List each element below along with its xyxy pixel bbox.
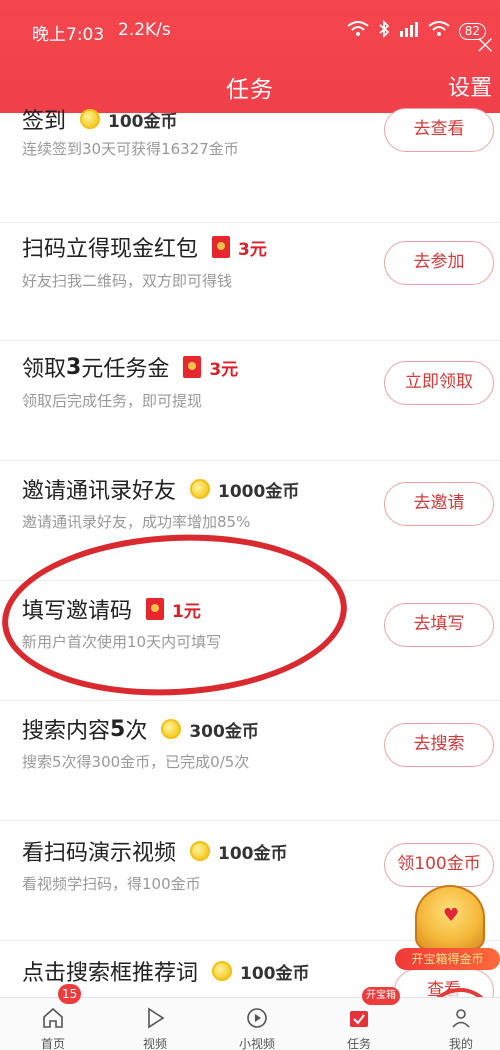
tab-home[interactable]: 15 首页	[18, 984, 88, 1050]
task-title: 签到 100金币	[22, 103, 178, 135]
tab-label: 首页	[40, 1037, 65, 1050]
task-title: 看扫码演示视频 100金币	[22, 835, 288, 867]
page-title: 任务	[226, 77, 274, 103]
status-bar: 晚上7:03 2.2K/s 82	[0, 0, 500, 60]
network-speed: 2.2K/s	[118, 20, 171, 40]
heart-icon: ♥	[443, 905, 460, 926]
status-icons: 82	[347, 19, 486, 42]
red-packet-icon	[212, 236, 231, 258]
coin-icon	[80, 109, 101, 129]
task-title: 点击搜索框推荐词 100金币	[22, 955, 310, 987]
wifi-icon-2	[428, 21, 450, 41]
coin-icon	[190, 479, 211, 499]
task-reward: 1000金币	[190, 477, 299, 502]
task-title: 搜索内容 5 次 300金币	[22, 716, 259, 745]
short-video-icon	[245, 1006, 269, 1030]
home-badge: 15	[58, 984, 82, 1004]
user-icon	[449, 1006, 473, 1030]
task-desc: 邀请通讯录好友，成功率增加85%	[22, 513, 251, 531]
task-button-claim[interactable]: 立即领取	[384, 361, 494, 405]
task-desc: 看视频学扫码，得100金币	[22, 875, 201, 893]
tab-video[interactable]: 视频	[120, 998, 190, 1050]
coin-icon	[161, 719, 182, 739]
task-item-checkin: 签到 100金币 连续签到30天可获得16327金币 去查看	[0, 101, 500, 223]
task-check-icon	[347, 1006, 371, 1030]
task-button-invite[interactable]: 去邀请	[384, 482, 494, 526]
tab-tasks[interactable]: 开宝箱 任务	[324, 987, 400, 1050]
status-time: 晚上7:03	[32, 25, 105, 45]
bluetooth-icon	[378, 19, 390, 42]
signal-icon	[399, 21, 419, 41]
bottom-tab-bar: 15 首页 视频 小视频 开宝箱 任务 我的	[0, 984, 500, 1050]
play-icon	[143, 1006, 167, 1030]
tab-label: 我的	[448, 1037, 473, 1050]
red-packet-icon	[183, 356, 202, 378]
coin-icon	[212, 961, 233, 981]
task-reward: 300金币	[161, 717, 259, 742]
task-desc: 搜索5次得300金币，已完成0/5次	[22, 753, 250, 771]
task-desc: 领取后完成任务，即可提现	[22, 392, 203, 410]
task-reward: 3元	[183, 355, 238, 380]
task-desc: 好友扫我二维码，双方即可得钱	[22, 272, 233, 290]
task-reward: 100金币	[190, 839, 288, 864]
wifi-icon	[347, 21, 369, 41]
tasks-badge: 开宝箱	[362, 987, 400, 1005]
task-title: 扫码立得现金红包 3元	[22, 231, 267, 263]
task-item-scan-redpack: 扫码立得现金红包 3元 好友扫我二维码，双方即可得钱 去参加	[0, 223, 500, 341]
app-header: 晚上7:03 2.2K/s 82 × 任务 设置	[0, 0, 500, 113]
tab-profile[interactable]: 我的	[426, 998, 496, 1050]
task-desc: 连续签到30天可获得16327金币	[22, 140, 239, 158]
task-button-view[interactable]: 去查看	[384, 108, 494, 152]
coin-icon	[190, 841, 211, 861]
home-icon	[41, 1006, 65, 1030]
task-title: 领取 3 元任务金 3元	[22, 354, 239, 383]
task-reward: 100金币	[80, 107, 178, 132]
task-title: 邀请通讯录好友 1000金币	[22, 473, 299, 505]
close-icon[interactable]: ×	[474, 30, 496, 60]
task-reward: 3元	[212, 235, 267, 260]
task-reward: 100金币	[212, 959, 310, 984]
task-button-search[interactable]: 去搜索	[384, 723, 494, 767]
task-button-join[interactable]: 去参加	[384, 241, 494, 285]
task-item-search: 搜索内容 5 次 300金币 搜索5次得300金币，已完成0/5次 去搜索	[0, 703, 500, 821]
tab-label: 视频	[142, 1037, 167, 1050]
tab-label: 小视频	[238, 1037, 275, 1050]
task-button-fill[interactable]: 去填写	[384, 603, 494, 647]
treasure-banner: 开宝箱得金币	[395, 948, 500, 970]
task-item-claim-task-money: 领取 3 元任务金 3元 领取后完成任务，即可提现 立即领取	[0, 343, 500, 461]
tab-label: 任务	[346, 1037, 371, 1050]
settings-button[interactable]: 设置	[448, 70, 492, 102]
tab-short-video[interactable]: 小视频	[222, 998, 292, 1050]
